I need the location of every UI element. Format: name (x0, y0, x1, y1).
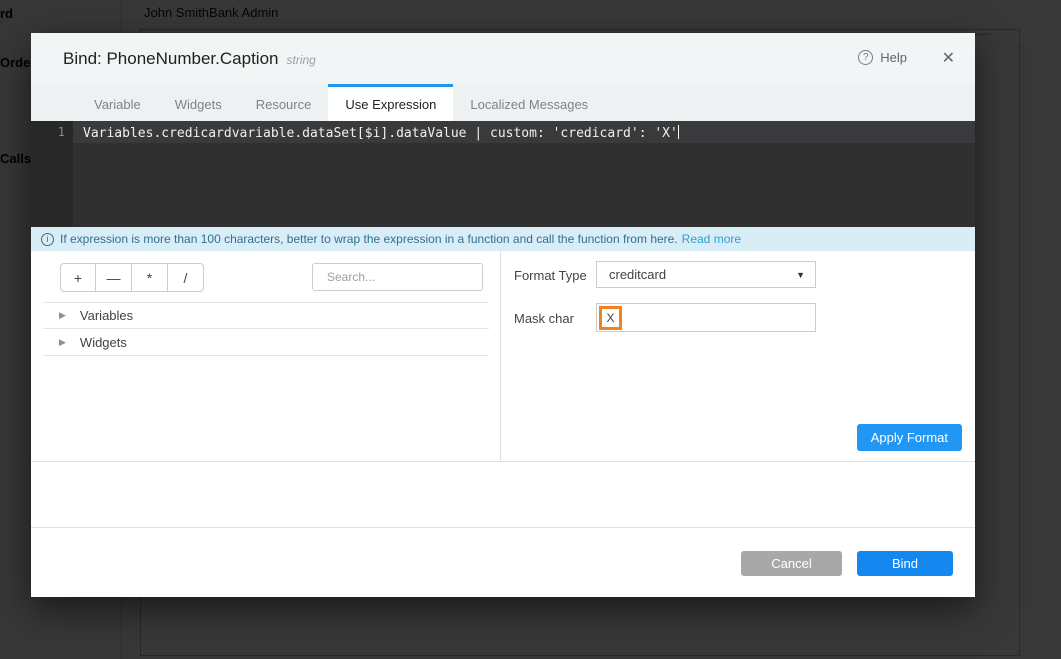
editor-gutter: 1 (31, 121, 73, 227)
tab-resource[interactable]: Resource (239, 84, 329, 121)
help-icon: ? (858, 50, 873, 65)
read-more-link[interactable]: Read more (682, 232, 741, 246)
multiply-operator-button[interactable]: * (132, 263, 168, 292)
mask-char-label: Mask char (514, 311, 574, 326)
dialog-header: Bind: PhoneNumber.Caption string ? Help ✕ (31, 33, 975, 84)
format-type-value: creditcard (609, 267, 666, 282)
bind-button[interactable]: Bind (857, 551, 953, 576)
format-panel: Format Type creditcard ▼ Mask char X App… (500, 251, 975, 461)
chevron-right-icon[interactable]: ▶ (59, 337, 66, 348)
dialog-footer: Cancel Bind (31, 527, 975, 597)
cancel-button[interactable]: Cancel (741, 551, 842, 576)
search-field[interactable] (312, 263, 483, 291)
editor-code-line[interactable]: Variables.credicardvariable.dataSet[$i].… (83, 125, 679, 141)
editor-code-text: Variables.credicardvariable.dataSet[$i].… (83, 126, 678, 141)
divide-operator-button[interactable]: / (168, 263, 204, 292)
editor-line-number: 1 (31, 125, 65, 139)
tree-item-widgets[interactable]: ▶ Widgets (43, 329, 489, 356)
tree-item-label: Widgets (80, 335, 127, 350)
dialog-title-text: Bind: PhoneNumber.Caption (63, 49, 278, 68)
info-banner: i If expression is more than 100 charact… (31, 227, 975, 251)
tree-item-label: Variables (80, 308, 133, 323)
apply-format-button[interactable]: Apply Format (857, 424, 962, 451)
dialog-title: Bind: PhoneNumber.Caption string (63, 49, 316, 69)
bind-dialog: Bind: PhoneNumber.Caption string ? Help ✕… (31, 33, 975, 597)
info-icon: i (41, 233, 54, 246)
mask-char-input[interactable]: X (596, 303, 816, 332)
chevron-right-icon[interactable]: ▶ (59, 310, 66, 321)
operator-button-group: + — * / (60, 263, 204, 292)
dialog-subtitle: string (286, 53, 315, 67)
editor-cursor (678, 125, 679, 139)
tab-widgets[interactable]: Widgets (158, 84, 239, 121)
dialog-body: + — * / ▶ Variables ▶ Widgets (31, 251, 975, 461)
tab-localized-messages[interactable]: Localized Messages (453, 84, 605, 121)
plus-operator-button[interactable]: + (60, 263, 96, 292)
help-button[interactable]: ? Help (858, 50, 907, 65)
format-type-select[interactable]: creditcard ▼ (596, 261, 816, 288)
chevron-down-icon: ▼ (796, 270, 805, 280)
dialog-tabbar: Variable Widgets Resource Use Expression… (31, 84, 975, 121)
search-input[interactable] (327, 270, 482, 284)
minus-operator-button[interactable]: — (96, 263, 132, 292)
help-label: Help (880, 50, 907, 65)
dialog-spacer (31, 461, 975, 527)
tab-use-expression[interactable]: Use Expression (328, 84, 453, 121)
mask-char-highlighted-value: X (599, 306, 622, 330)
format-type-label: Format Type (514, 268, 587, 283)
expression-builder-panel: + — * / ▶ Variables ▶ Widgets (31, 251, 500, 461)
info-banner-text: If expression is more than 100 character… (60, 232, 678, 246)
tab-variable[interactable]: Variable (77, 84, 158, 121)
tree-item-variables[interactable]: ▶ Variables (43, 302, 489, 329)
close-icon[interactable]: ✕ (942, 48, 955, 68)
expression-editor[interactable]: 1 Variables.credicardvariable.dataSet[$i… (31, 121, 975, 227)
